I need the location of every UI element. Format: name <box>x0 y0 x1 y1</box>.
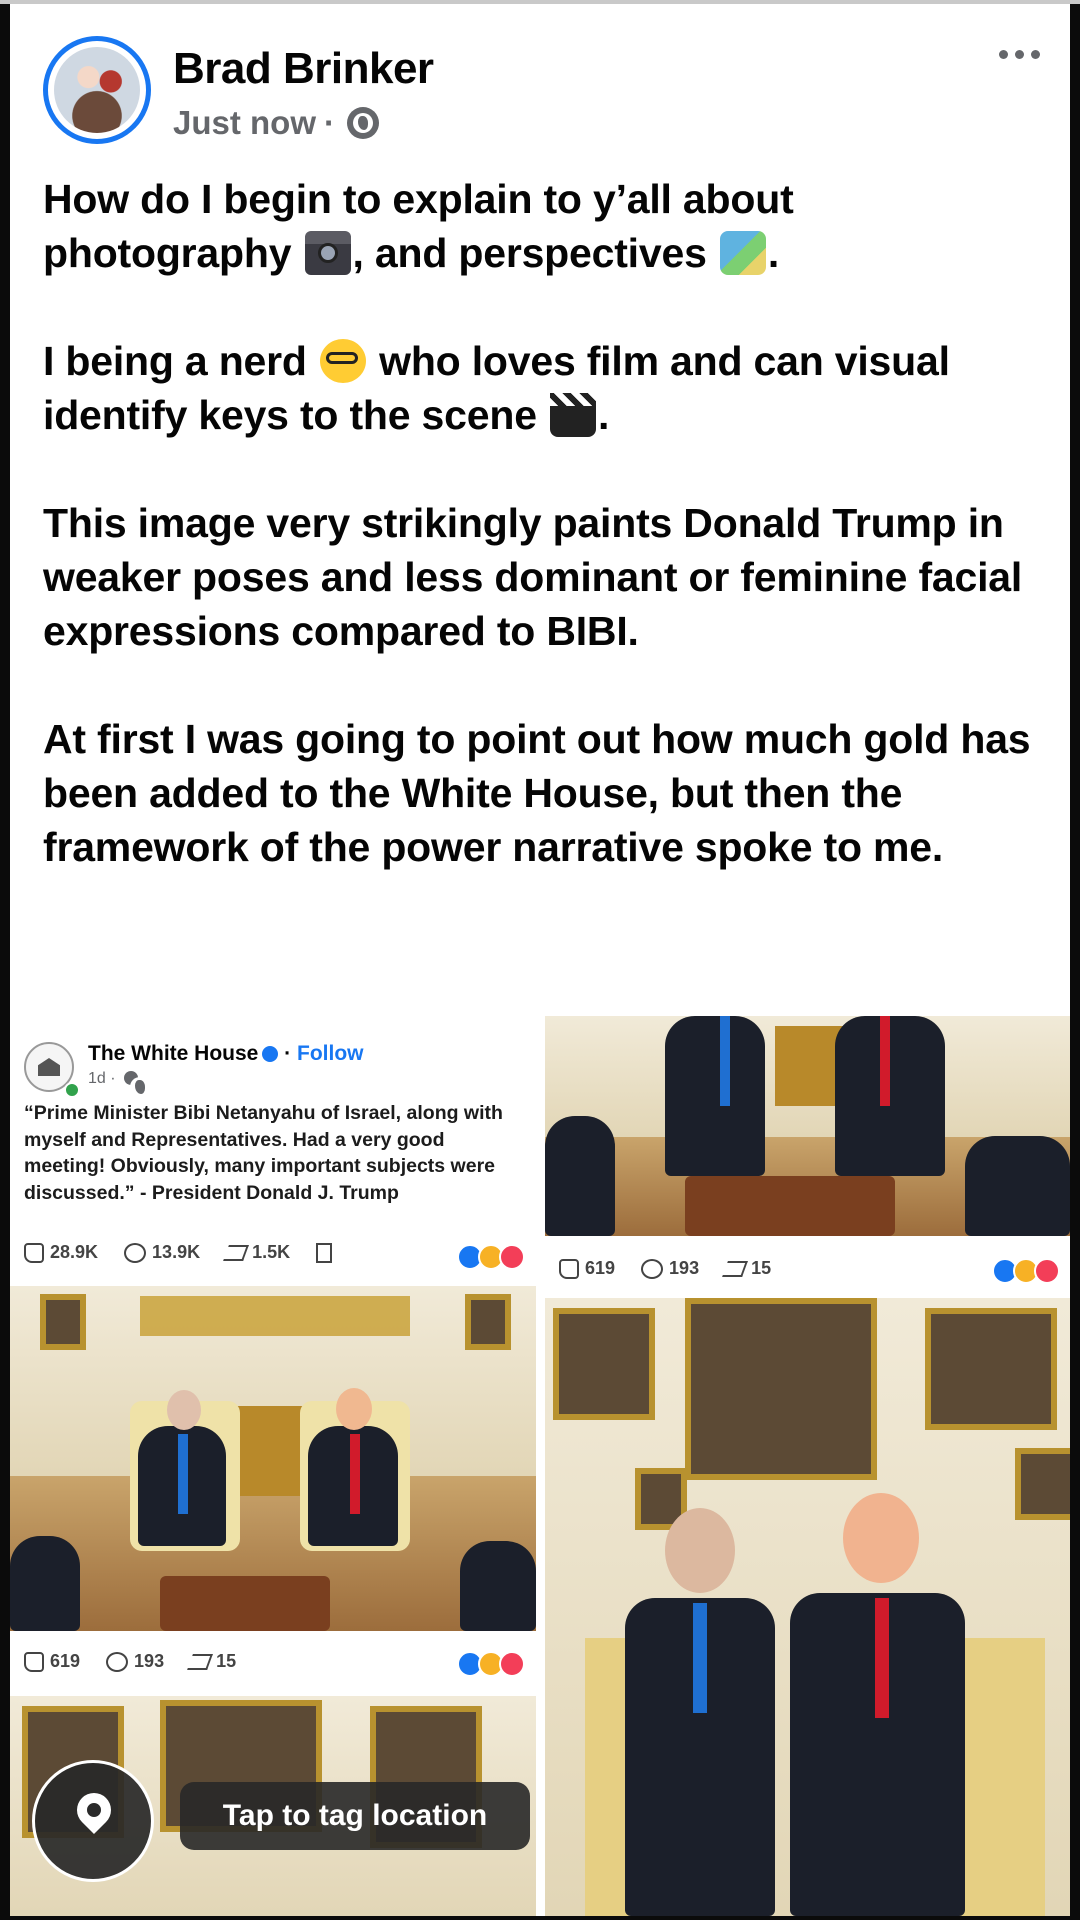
paragraph-2: I being a nerd who loves film and can vi… <box>43 334 1053 442</box>
tag-location-button[interactable]: Tap to tag location <box>180 1782 530 1850</box>
photo-1-shares: 15 <box>187 1651 237 1672</box>
post-time: Just now <box>173 104 317 141</box>
photo-2-comments-count: 193 <box>669 1258 700 1278</box>
like-icon <box>559 1258 579 1279</box>
embedded-post-time-text: 1d · <box>88 1070 116 1087</box>
location-button[interactable] <box>32 1760 154 1882</box>
photo-1-likes-count: 619 <box>50 1651 81 1671</box>
like-icon <box>24 1651 44 1672</box>
photo-seated-closeup <box>545 1016 1070 1236</box>
embedded-shares-count: 1.5K <box>252 1242 291 1262</box>
embedded-author-name: The White House <box>88 1042 259 1065</box>
nerd-face-emoji-icon <box>319 339 366 383</box>
more-options-icon[interactable] <box>999 50 1040 59</box>
bookmark-icon <box>316 1242 333 1263</box>
photo-1-stats: 619 193 15 <box>10 1631 536 1691</box>
photo-2-likes-count: 619 <box>585 1258 616 1278</box>
avatar[interactable] <box>43 36 151 144</box>
embedded-globe-icon <box>124 1071 151 1097</box>
embedded-post-header: The White House · Follow 1d · “Prime Min… <box>10 1016 536 1278</box>
embedded-stats: 28.9K 13.9K 1.5K <box>24 1242 358 1263</box>
clapper-board-emoji-icon <box>550 393 596 437</box>
location-pin-icon <box>69 1785 119 1835</box>
photo-1-likes: 619 <box>24 1651 80 1672</box>
paragraph-1-text-c: . <box>767 230 780 276</box>
embedded-save <box>316 1242 333 1263</box>
comment-icon <box>106 1651 129 1672</box>
embedded-quote: “Prime Minister Bibi Netanyahu of Israel… <box>24 1102 503 1204</box>
image-collage[interactable]: The White House · Follow 1d · “Prime Min… <box>10 1016 1070 1916</box>
photo-1-stats-row: 619 193 15 <box>24 1651 262 1672</box>
embedded-comments: 13.9K <box>124 1242 200 1263</box>
photo-1-comments: 193 <box>106 1651 164 1672</box>
photo-2-stats: 619 193 15 <box>545 1236 1070 1296</box>
paragraph-1-text-b: , and perspectives <box>352 230 718 276</box>
photo-1-comments-count: 193 <box>134 1651 165 1671</box>
photo-2-shares: 15 <box>722 1258 772 1279</box>
avatar-photo <box>54 47 140 133</box>
share-icon <box>722 1260 749 1277</box>
paragraph-1: How do I begin to explain to y’all about… <box>43 172 1053 280</box>
embedded-likes: 28.9K <box>24 1242 98 1263</box>
paragraph-2-text-c: . <box>598 392 610 438</box>
embedded-shares: 1.5K <box>223 1242 291 1263</box>
world-map-emoji-icon <box>719 231 766 275</box>
photo-2-shares-count: 15 <box>751 1258 772 1278</box>
share-icon <box>223 1244 250 1261</box>
post-card: Brad Brinker Just now · How do I begin t… <box>10 4 1070 1916</box>
paragraph-3: This image very strikingly paints Donald… <box>43 500 1023 654</box>
collage-right-column: 619 193 15 <box>545 1016 1070 1916</box>
post-body: How do I begin to explain to y’all about… <box>43 172 1053 928</box>
photo-1-shares-count: 15 <box>216 1651 237 1671</box>
post-meta: Just now · <box>173 104 380 142</box>
verified-badge-icon <box>262 1046 279 1062</box>
comment-icon <box>641 1258 664 1279</box>
online-indicator-icon <box>64 1082 80 1098</box>
photo-2-likes: 619 <box>559 1258 615 1279</box>
like-icon <box>24 1242 44 1263</box>
photo-2-comments: 193 <box>641 1258 699 1279</box>
share-icon <box>187 1653 214 1670</box>
reactions-icon <box>457 1651 525 1677</box>
paragraph-4: At first I was going to point out how mu… <box>43 716 1031 870</box>
author-name[interactable]: Brad Brinker <box>173 44 434 94</box>
reactions-icon <box>992 1258 1060 1284</box>
embedded-author: The White House · Follow <box>88 1042 364 1065</box>
embedded-likes-count: 28.9K <box>50 1242 99 1262</box>
globe-icon <box>347 107 380 139</box>
camera-flash-emoji-icon <box>304 231 351 275</box>
photo-seated-meeting <box>10 1286 536 1631</box>
meta-separator: · <box>324 104 336 141</box>
paragraph-2-text-a: I being a nerd <box>43 338 318 384</box>
reactions-icon <box>457 1244 525 1270</box>
photo-2-stats-row: 619 193 15 <box>559 1258 797 1279</box>
photo-standing-portrait <box>545 1298 1070 1916</box>
follow-link: Follow <box>297 1042 364 1065</box>
embedded-post-time: 1d · <box>88 1070 151 1097</box>
embedded-comments-count: 13.9K <box>152 1242 201 1262</box>
comment-icon <box>124 1242 147 1263</box>
